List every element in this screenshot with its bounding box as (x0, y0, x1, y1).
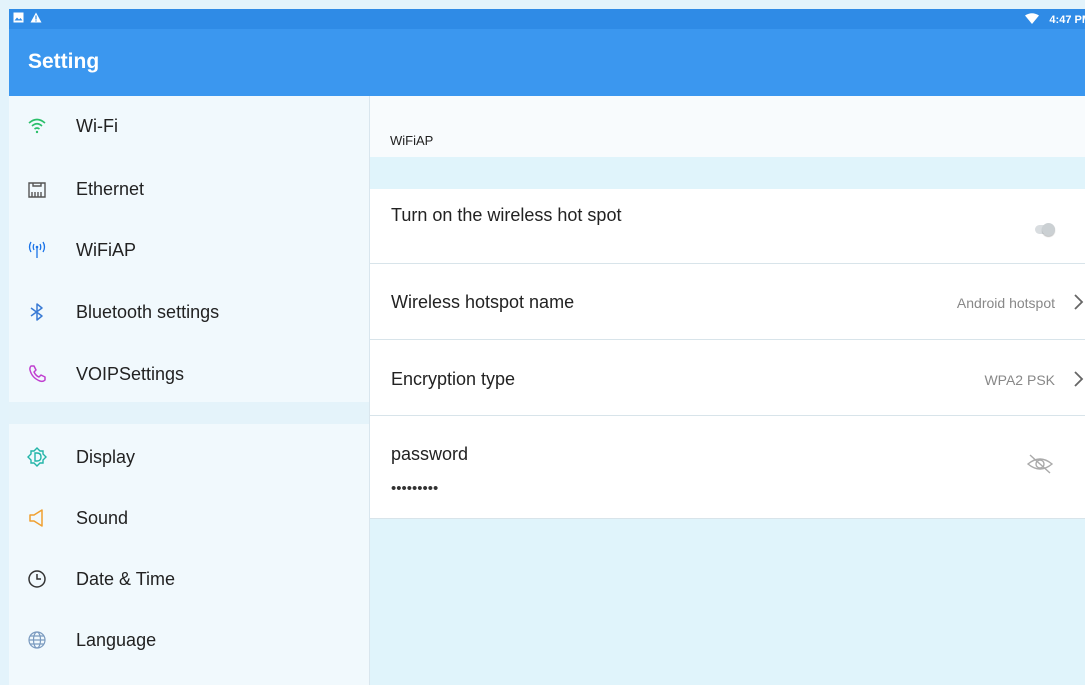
sidebar-item-label: VOIPSettings (76, 364, 185, 384)
sidebar-item-label: Display (76, 447, 136, 467)
encryption-type-row[interactable]: Encryption type WPA2 PSK (370, 340, 1085, 416)
status-bar: 4:47 PM (9, 9, 1085, 29)
encryption-type-label: Encryption type (391, 369, 516, 389)
sidebar-item-voip[interactable]: VOIPSettings (9, 353, 369, 397)
bluetooth-icon (26, 301, 48, 323)
sidebar-item-wifiap[interactable]: WiFiAP (9, 229, 369, 273)
sidebar-item-label: Language (76, 630, 157, 650)
password-row[interactable]: password ••••••••• (370, 416, 1085, 519)
globe-icon (26, 629, 48, 651)
encryption-type-value: WPA2 PSK (984, 372, 1055, 388)
app-bar: Setting (9, 29, 1085, 96)
clock-icon (26, 568, 48, 590)
hotspot-icon (26, 239, 48, 261)
chevron-right-icon (1071, 292, 1085, 312)
sidebar-item-ethernet[interactable]: Ethernet (9, 168, 369, 212)
password-value: ••••••••• (391, 480, 439, 497)
status-time: 4:47 PM (1049, 14, 1085, 26)
phone-icon (26, 363, 48, 385)
chevron-right-icon (1071, 369, 1085, 389)
sidebar-item-wifi[interactable]: Wi-Fi (9, 105, 369, 149)
hotspot-name-value: Android hotspot (956, 295, 1055, 311)
main-panel: WiFiAP Turn on the wireless hot spot Wir… (370, 96, 1085, 685)
hotspot-toggle-row[interactable]: Turn on the wireless hot spot (370, 189, 1085, 264)
hotspot-toggle-switch[interactable] (1035, 223, 1055, 236)
eye-off-icon[interactable] (1025, 453, 1055, 475)
sidebar-item-display[interactable]: Display (9, 436, 369, 480)
sidebar-item-date-time[interactable]: Date & Time (9, 558, 369, 602)
sidebar-item-bluetooth[interactable]: Bluetooth settings (9, 291, 369, 335)
app-title: Setting (28, 50, 100, 73)
sidebar-item-label: Ethernet (76, 179, 145, 199)
display-icon (26, 446, 48, 468)
wifi-icon (26, 115, 48, 137)
password-label: password (391, 444, 469, 464)
sidebar-item-language[interactable]: Language (9, 619, 369, 663)
section-title: WiFiAP (390, 133, 434, 148)
sidebar-item-label: Bluetooth settings (76, 302, 220, 322)
image-icon (13, 12, 24, 26)
sidebar: Wi-Fi Ethernet WiFiAP Bluetooth settings (9, 96, 370, 685)
sidebar-section-divider (9, 402, 369, 424)
sidebar-item-label: Sound (76, 508, 129, 528)
hotspot-toggle-label: Turn on the wireless hot spot (391, 205, 622, 225)
warning-icon (30, 12, 42, 26)
section-header: WiFiAP (370, 96, 1085, 157)
hotspot-name-row[interactable]: Wireless hotspot name Android hotspot (370, 264, 1085, 340)
sidebar-item-label: Date & Time (76, 569, 176, 589)
sound-icon (26, 507, 48, 529)
ethernet-icon (26, 178, 48, 200)
toggle-knob (1042, 223, 1055, 236)
sidebar-item-label: Wi-Fi (76, 116, 118, 136)
wifi-signal-icon (1025, 13, 1040, 27)
hotspot-name-label: Wireless hotspot name (391, 292, 575, 312)
sidebar-item-sound[interactable]: Sound (9, 497, 369, 541)
sidebar-item-label: WiFiAP (76, 240, 136, 260)
